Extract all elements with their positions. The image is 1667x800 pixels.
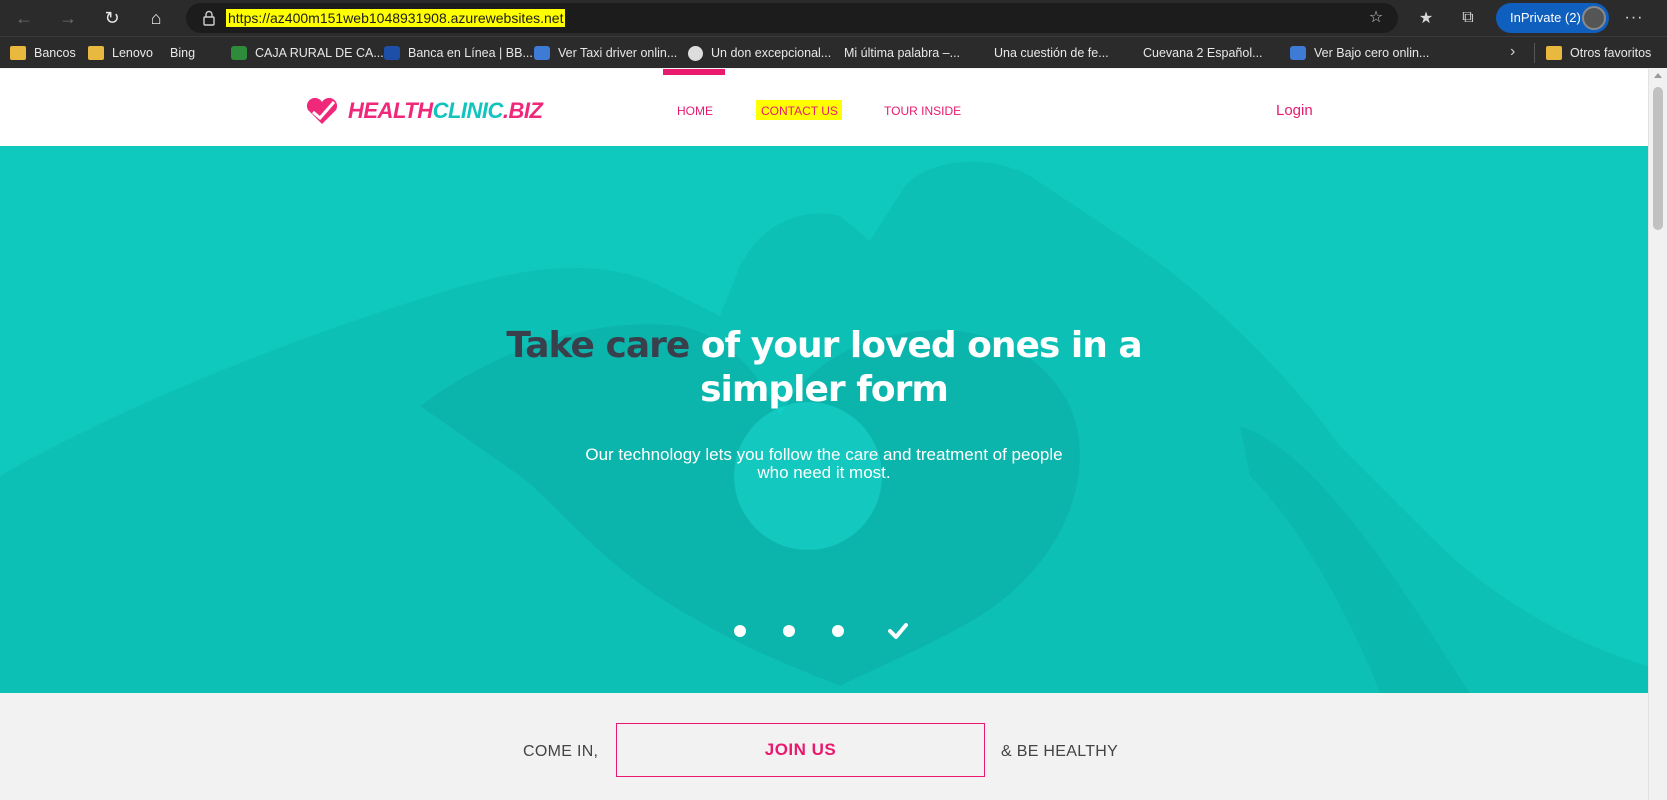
folder-icon	[10, 46, 26, 60]
cta-right-text: & BE HEALTHY	[1001, 743, 1119, 760]
join-us-button[interactable]: JOIN US	[616, 723, 985, 777]
nav-home[interactable]: HOME	[677, 104, 713, 118]
slide-dot-2[interactable]	[783, 625, 795, 637]
favorite-item[interactable]: Banca en Línea | BB...	[384, 43, 533, 63]
inprivate-badge[interactable]: InPrivate (2)	[1496, 3, 1609, 33]
favorites-divider	[1534, 43, 1535, 63]
add-favorite-icon[interactable]: ☆	[1366, 9, 1386, 27]
favorite-item[interactable]: Una cuestión de fe...	[994, 43, 1109, 127]
back-button[interactable]: ←	[8, 4, 40, 32]
bank-icon	[384, 46, 400, 60]
bank-icon	[231, 46, 247, 60]
scroll-up-icon[interactable]	[1654, 73, 1662, 78]
favorite-item[interactable]: Bing	[170, 43, 195, 127]
heart-icon	[306, 97, 338, 124]
other-favorites[interactable]: Otros favoritos	[1546, 43, 1651, 63]
profile-avatar	[1582, 6, 1606, 30]
hero-subtitle: Our technology lets you follow the care …	[585, 445, 1063, 482]
page-scrollbar[interactable]	[1648, 69, 1667, 800]
slide-dot-1[interactable]	[734, 625, 746, 637]
cta-left-text: COME IN,	[523, 743, 599, 760]
web-page: HEALTHCLINIC.BIZ HOME CONTACT US TOUR IN…	[0, 69, 1648, 800]
address-bar[interactable]: https://az400m151web1048931908.azurewebs…	[186, 3, 1398, 33]
home-button[interactable]: ⌂	[140, 4, 172, 32]
hero-title: Take care of your loved ones in a simple…	[506, 325, 1142, 410]
more-menu-icon[interactable]: ···	[1618, 4, 1650, 32]
inprivate-label: InPrivate (2)	[1510, 10, 1581, 25]
collections-icon[interactable]: ⧉	[1452, 4, 1484, 32]
slide-dot-3[interactable]	[832, 625, 844, 637]
chevron-right-icon[interactable]: ›	[1510, 43, 1515, 61]
favorite-item[interactable]: CAJA RURAL DE CA...	[231, 43, 384, 63]
hands-heart-image	[0, 161, 1648, 693]
favorite-item[interactable]: Mi última palabra –...	[844, 43, 960, 127]
hero-banner: Take care of your loved ones in a simple…	[0, 146, 1648, 693]
url-text[interactable]: https://az400m151web1048931908.azurewebs…	[226, 9, 566, 27]
nav-tour-inside[interactable]: TOUR INSIDE	[884, 104, 961, 118]
favorites-bar: Bancos Lenovo Bing CAJA RURAL DE CA... B…	[0, 36, 1667, 127]
logo-text: HEALTHCLINIC.BIZ	[348, 98, 543, 123]
active-nav-indicator	[663, 69, 725, 75]
favorites-icon[interactable]: ★	[1410, 4, 1442, 32]
favorite-item[interactable]: Lenovo	[88, 43, 153, 63]
favorite-item[interactable]: Cuevana 2 Español...	[1143, 43, 1263, 127]
favorite-item[interactable]: Un don excepcional...	[688, 43, 831, 63]
folder-icon	[1546, 46, 1562, 60]
cta-section: COME IN, JOIN US & BE HEALTHY	[0, 693, 1648, 800]
favorite-item[interactable]: Ver Taxi driver onlin...	[534, 43, 677, 63]
video-icon	[1290, 46, 1306, 60]
nav-contact-us[interactable]: CONTACT US	[761, 104, 838, 118]
favorite-item[interactable]: Bancos	[10, 43, 76, 63]
browser-toolbar: ← → ↻ ⌂ https://az400m151web1048931908.a…	[0, 0, 1667, 36]
lock-icon	[203, 10, 215, 26]
login-link[interactable]: Login	[1276, 102, 1313, 119]
site-header: HEALTHCLINIC.BIZ HOME CONTACT US TOUR IN…	[0, 69, 1648, 146]
site-logo[interactable]: HEALTHCLINIC.BIZ	[304, 96, 543, 126]
forward-button[interactable]: →	[52, 4, 84, 32]
wordpress-icon	[688, 45, 703, 61]
favorite-item[interactable]: Ver Bajo cero onlin...	[1290, 43, 1429, 63]
folder-icon	[88, 46, 104, 60]
video-icon	[534, 46, 550, 60]
reload-button[interactable]: ↻	[96, 4, 128, 32]
slide-dot-active-check-icon[interactable]	[888, 622, 908, 640]
scroll-thumb[interactable]	[1653, 87, 1663, 230]
